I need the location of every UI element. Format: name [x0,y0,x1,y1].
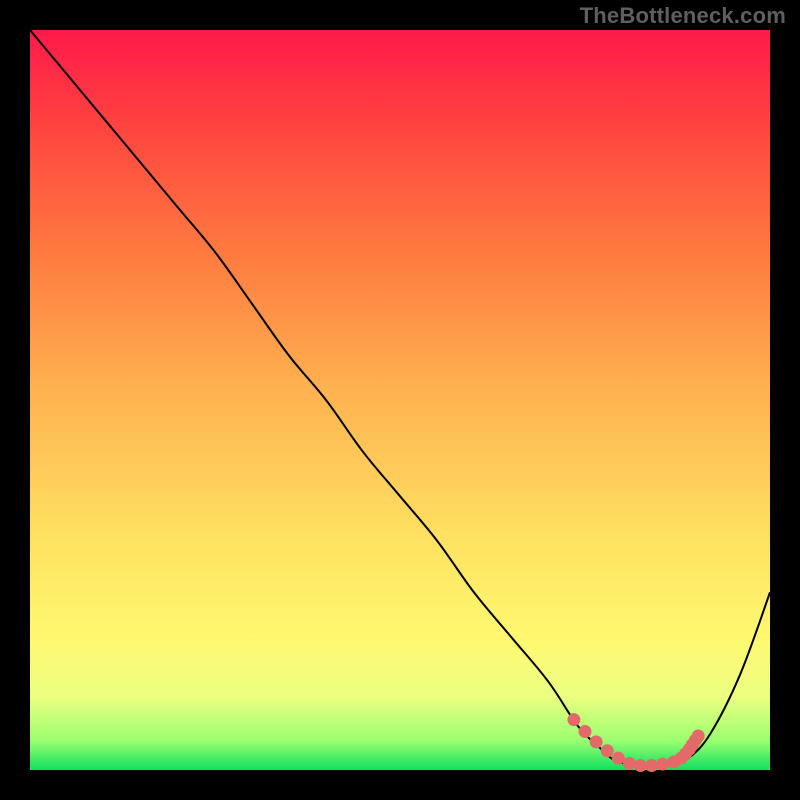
sweet-spot-dot [692,729,705,742]
gradient-background [30,30,770,770]
sweet-spot-dot [601,744,614,757]
sweet-spot-dot [567,713,580,726]
sweet-spot-dot [579,725,592,738]
sweet-spot-dot [634,759,647,772]
sweet-spot-dot [590,735,603,748]
watermark-text: TheBottleneck.com [580,3,786,29]
bottleneck-chart [0,0,800,800]
sweet-spot-dot [623,757,636,770]
sweet-spot-dot [656,758,669,771]
sweet-spot-dot [612,752,625,765]
chart-stage: TheBottleneck.com [0,0,800,800]
sweet-spot-dot [645,759,658,772]
